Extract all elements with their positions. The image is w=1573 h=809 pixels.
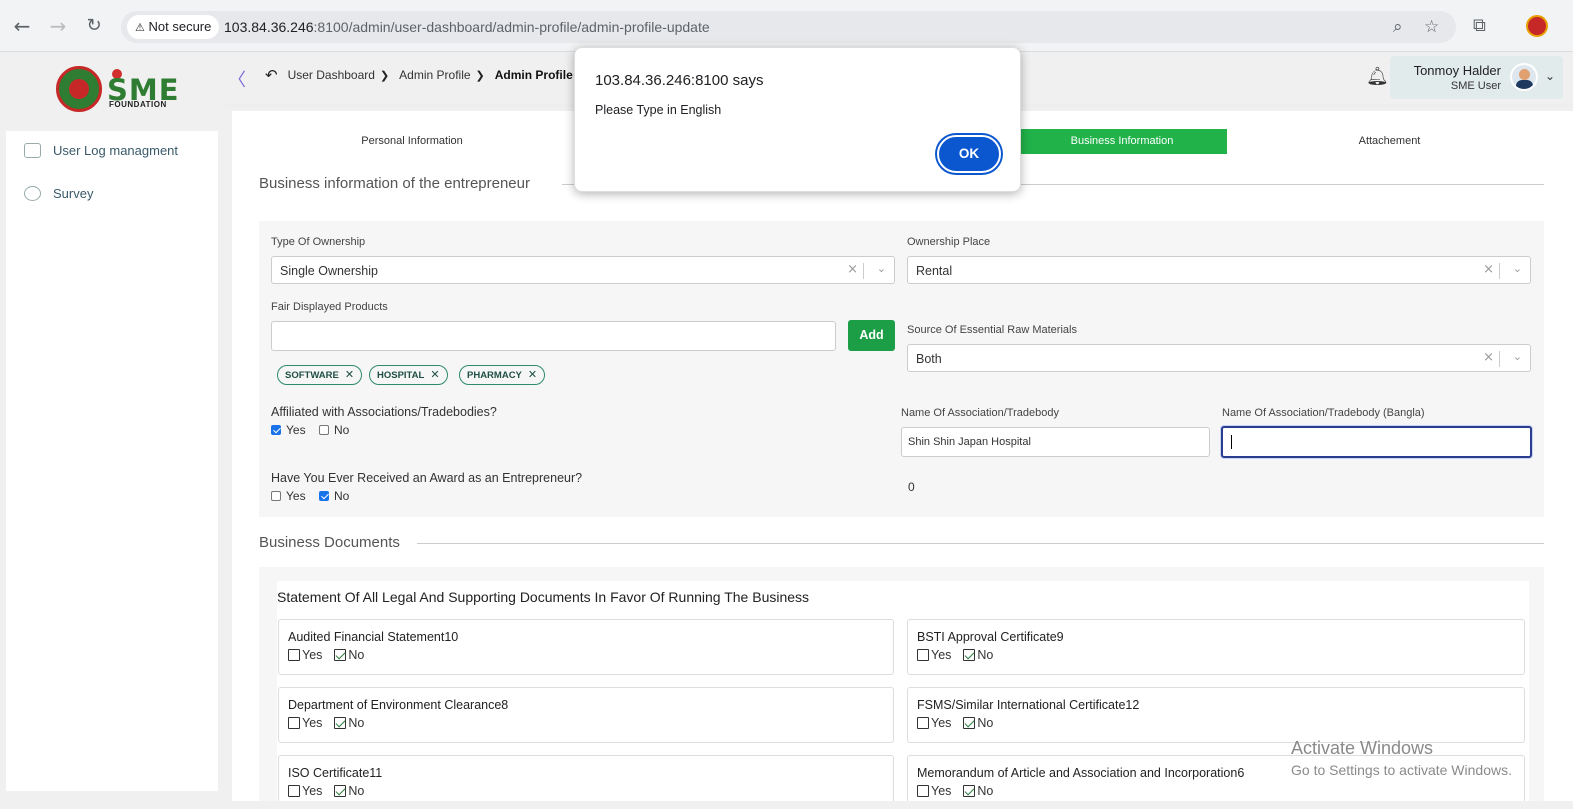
chip-software: SOFTWARE ✕ [277, 365, 363, 385]
checkbox-no[interactable] [963, 649, 976, 661]
clear-icon[interactable]: × [1483, 350, 1494, 365]
checkbox-yes[interactable] [917, 717, 929, 729]
zoom-icon[interactable]: ⌕ [1393, 17, 1403, 37]
sidebar-item-survey[interactable]: Survey [24, 186, 93, 201]
checkbox-no[interactable] [963, 785, 976, 797]
avatar [1510, 63, 1538, 91]
divider [417, 543, 1544, 544]
doc-fsms-certificate: FSMS/Similar International Certificate12… [907, 687, 1525, 743]
award-no[interactable]: No [319, 489, 349, 503]
activate-windows-hint: Go to Settings to activate Windows. [1291, 762, 1512, 778]
award-count: 0 [908, 480, 915, 494]
forward-arrow-icon[interactable]: → [46, 14, 70, 38]
pie-chart-icon [24, 186, 41, 201]
sidebar: User Log managment Survey [6, 131, 218, 791]
chevron-down-icon[interactable]: ⌄ [1513, 350, 1522, 363]
checkbox-yes[interactable] [917, 785, 929, 797]
award-yes[interactable]: Yes [271, 489, 306, 503]
ok-button[interactable]: OK [937, 135, 1001, 173]
chevron-down-icon[interactable]: ⌄ [877, 262, 886, 275]
chevron-down-icon: ⌄ [1544, 69, 1555, 83]
ownership-type-select[interactable]: Single Ownership × ⌄ [271, 256, 895, 284]
checkbox-no[interactable] [334, 785, 347, 797]
breadcrumb-admin-profile[interactable]: Admin Profile [399, 68, 470, 82]
association-name-input[interactable]: Shin Shin Japan Hospital [901, 427, 1210, 457]
close-icon[interactable]: ✕ [345, 368, 354, 381]
sme-logo[interactable]: SME FOUNDATION [56, 66, 179, 112]
bd-emblem-icon [56, 66, 102, 112]
checkbox-no[interactable] [334, 649, 347, 661]
ownership-place-select[interactable]: Rental × ⌄ [907, 256, 1531, 284]
dialog-message: Please Type in English [595, 103, 722, 117]
checkbox[interactable] [271, 491, 281, 501]
tab-personal-information[interactable]: Personal Information [292, 129, 532, 154]
chevron-down-icon[interactable]: ⌄ [1513, 262, 1522, 275]
checkbox-no[interactable] [963, 717, 976, 729]
association-name-bangla-input[interactable] [1221, 426, 1532, 458]
add-product-button[interactable]: Add [848, 320, 895, 351]
tab-attachement[interactable]: Attachement [1272, 129, 1507, 154]
doc-bsti-approval: BSTI Approval Certificate9 Yes No [907, 619, 1525, 675]
section-title: Business Documents [259, 534, 400, 551]
back-arrow-icon[interactable]: ← [10, 14, 34, 38]
checkbox-no[interactable] [334, 717, 347, 729]
clear-icon[interactable]: × [847, 262, 858, 277]
address-bar[interactable]: ⚠ Not secure 103.84.36.246:8100/admin/us… [121, 11, 1456, 43]
activate-windows-watermark: Activate Windows [1291, 738, 1434, 758]
checkbox-yes[interactable] [288, 785, 300, 797]
main-content: Personal Information Business Informatio… [232, 111, 1573, 801]
doc-environment-clearance: Department of Environment Clearance8 Yes… [278, 687, 894, 743]
fair-products-input[interactable] [271, 321, 836, 351]
user-menu[interactable]: Tonmoy Halder SME User ⌄ [1390, 56, 1563, 99]
star-icon[interactable]: ☆ [1424, 17, 1439, 37]
close-icon[interactable]: ✕ [528, 368, 537, 381]
chip-hospital: HOSPITAL ✕ [369, 365, 448, 385]
checkbox[interactable] [319, 491, 329, 501]
browser-toolbar: ← → ↻ ⚠ Not secure 103.84.36.246:8100/ad… [0, 0, 1573, 52]
breadcrumb-user-dashboard[interactable]: User Dashboard [288, 68, 375, 82]
raw-materials-select[interactable]: Both × ⌄ [907, 344, 1531, 372]
reload-icon[interactable]: ↻ [82, 14, 106, 38]
chevron-right-icon: ❯ [379, 69, 390, 82]
dialog-title: 103.84.36.246:8100 says [595, 72, 764, 89]
back-icon[interactable]: ↶ [265, 66, 278, 84]
checkbox-yes[interactable] [288, 649, 300, 661]
warning-icon: ⚠ [135, 21, 145, 34]
affiliated-no[interactable]: No [319, 423, 349, 437]
log-icon [24, 143, 41, 158]
clear-icon[interactable]: × [1483, 262, 1494, 277]
extensions-icon[interactable]: ⧉ [1473, 15, 1486, 36]
chip-pharmacy: PHARMACY ✕ [459, 365, 546, 385]
tab-business-information[interactable]: Business Information [987, 129, 1227, 154]
checkbox[interactable] [319, 425, 329, 435]
text-caret [1231, 435, 1232, 450]
doc-audited-financial: Audited Financial Statement10 Yes No [278, 619, 894, 675]
breadcrumb: ↶ User Dashboard ❯ Admin Profile ❯ Admin P… [265, 66, 606, 84]
checkbox-yes[interactable] [917, 649, 929, 661]
collapse-sidebar-icon[interactable]: 〈 [228, 66, 246, 92]
not-secure-badge[interactable]: ⚠ Not secure [127, 15, 220, 39]
chevron-right-icon: ❯ [475, 69, 485, 82]
url-text[interactable]: 103.84.36.246:8100/admin/user-dashboard/… [224, 19, 710, 35]
profile-avatar-icon[interactable] [1526, 15, 1548, 37]
notification-bell-icon[interactable]: 🔔︎ [1366, 66, 1389, 87]
section-title: Business information of the entrepreneur [259, 175, 530, 192]
checkbox-yes[interactable] [288, 717, 300, 729]
alert-dialog: 103.84.36.246:8100 says Please Type in E… [574, 47, 1021, 192]
doc-iso-certificate: ISO Certificate11 Yes No [278, 755, 894, 801]
sidebar-item-user-log[interactable]: User Log managment [24, 143, 178, 158]
checkbox[interactable] [271, 425, 281, 435]
close-icon[interactable]: ✕ [430, 368, 439, 381]
affiliated-yes[interactable]: Yes [271, 423, 306, 437]
